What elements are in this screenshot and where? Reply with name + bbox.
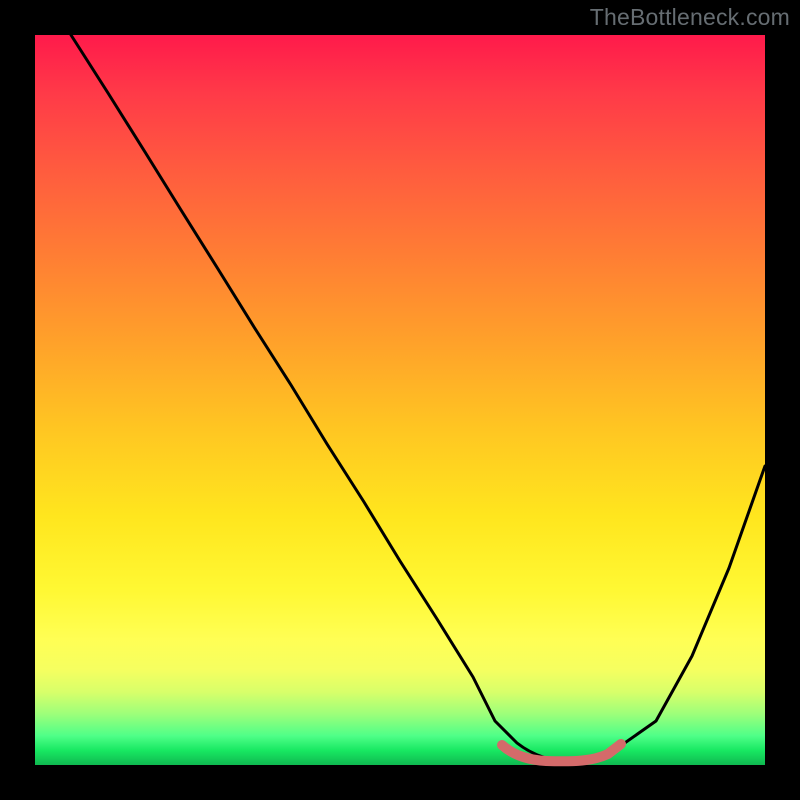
watermark-text: TheBottleneck.com [590,4,790,31]
bottleneck-curve [71,35,765,762]
curve-svg [35,35,765,765]
chart-frame: TheBottleneck.com [0,0,800,800]
plot-area [35,35,765,765]
